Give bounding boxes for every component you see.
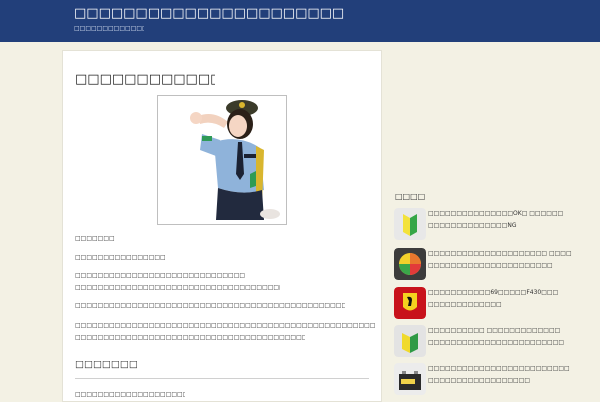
main-content: □□□□□□□□□□□ □□□□□□□ □□□□□□□□□□□□□□□□ □□□… [62,50,382,402]
post-paragraph: □□□□□□□□□□□□□□□□□□□□□□□□□□□□□□□□□□ [75,272,245,279]
sidebar-item-title[interactable]: □□□□□□□□□□□□□□NG [428,220,594,232]
sidebar-heading: □□□□ [395,192,426,201]
beginner-mark-icon [394,325,426,357]
sidebar-item-title[interactable]: □□□□□□□□□□□□□□□□□□□□□□ [428,260,594,272]
sidebar-item[interactable]: □□□□□□□□□□□69□□□□□F430□□□ □□□□□□□□□□□□□ [394,287,594,321]
beginner-mark-icon [394,208,426,240]
sidebar-item-title[interactable]: □□□□□□□□□□□□□□□□□□□□□□□□ [428,337,594,349]
ferrari-logo-icon [394,287,426,319]
post-photo [157,95,287,225]
post-paragraph: □□□□□□□□□□□□□□□□ [75,254,165,261]
post-paragraph: □□□□□□□□□□□□□□□□□□□□□□□□□□□□□□□□□□□□□□□□… [75,284,280,291]
post-paragraph: □□□□□□□□□□□□□□□□□□□□□□□□□□□□□□□□□□□□□□□□… [75,322,375,329]
post-paragraph: □□□□□□□ [75,235,115,242]
post-paragraph: □□□□□□□□□□□□□□□□□□□□□□□□□□□□□□□□□□□□□□□□… [75,302,345,309]
sidebar-item[interactable]: □□□□□□□□□□□□□□□□□□□□□□□□□ □□□□□□□□□□□□□□… [394,363,594,397]
post-title: □□□□□□□□□□□□□□□□ [75,72,215,87]
sidebar-item[interactable]: □□□□□□□□□□ □□□□□□□□□□□□□ □□□□□□□□□□□□□□□… [394,325,594,359]
site-title-link[interactable]: □□□□□□□□□□□□□□□□□□□□□□□□□□□□□□□□□□□□□ [74,6,344,21]
car-battery-icon [394,363,426,395]
sidebar-item-title[interactable]: □□□□□□□□□□ □□□□□□□□□□□□□ [428,325,594,337]
sidebar-item-title[interactable]: □□□□□□□□□□□□□□□□□□ [428,375,594,387]
sidebar-item-title[interactable]: □□□□□□□□□□□□□□□□□□□□□ □□□□ [428,248,594,260]
sidebar-item[interactable]: □□□□□□□□□□□□□□□OK□ □□□□□□ □□□□□□□□□□□□□□… [394,208,594,242]
post-paragraph: □□□□□□□□□□□□□□□□□□□□□□□□□□□□□□□□□□□□□□□□… [75,334,305,341]
sidebar-item-title[interactable]: □□□□□□□□□□□69□□□□□F430□□□ [428,287,594,299]
sidebar-item-title[interactable]: □□□□□□□□□□□□□ [428,299,594,311]
site-header: □□□□□□□□□□□□□□□□□□□□□□□□□□□□□□□□□□□□□ □□… [0,0,600,42]
sidebar-item[interactable]: □□□□□□□□□□□□□□□□□□□□□ □□□□ □□□□□□□□□□□□□… [394,248,594,282]
sidebar-item-title[interactable]: □□□□□□□□□□□□□□□□□□□□□□□□□ [428,363,594,375]
site-description: □□□□□□□□□□□□□□□□□□ [74,25,144,32]
section-divider [75,378,369,379]
sidebar-item-title[interactable]: □□□□□□□□□□□□□□□OK□ □□□□□□ [428,208,594,220]
section-heading: □□□□□□□ [75,359,138,370]
senior-driver-mark-icon [394,248,426,280]
post-paragraph: □□□□□□□□□□□□□□□□□□□□□□□□ [75,391,185,398]
